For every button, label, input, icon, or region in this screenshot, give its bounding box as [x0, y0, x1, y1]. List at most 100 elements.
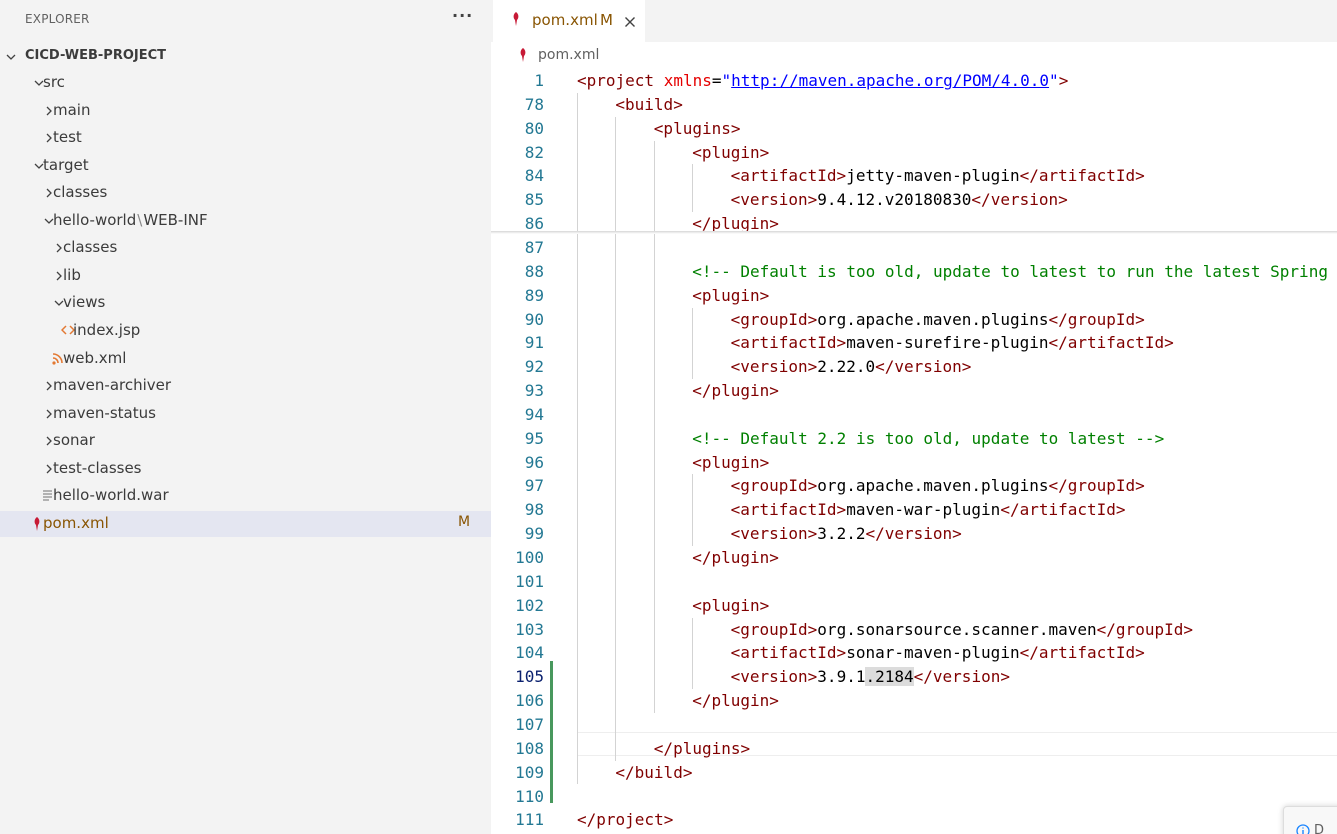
code-line: 97 <groupId>org.apache.maven.plugins</gro… [491, 474, 1337, 498]
tree-item[interactable]: sonar [0, 428, 491, 454]
tree-item[interactable]: test-classes [0, 456, 491, 482]
tree-item-name-suffix: WEB-INF [143, 210, 208, 229]
code-line: 100 </plugin> [491, 546, 1337, 570]
line-number: 98 [524, 500, 544, 520]
tree-item-name: src [43, 73, 65, 91]
code-token: </artifactId> [1000, 500, 1126, 520]
maven-feather-icon [511, 11, 521, 31]
line-number: 108 [515, 738, 544, 758]
code-token: <version> [730, 190, 818, 210]
line-content: <plugin> [692, 594, 769, 618]
code-token: </plugins> [653, 738, 751, 758]
tree-item-label: classes [63, 238, 117, 256]
tree-item-label: test-classes [53, 459, 142, 477]
line-number: 80 [524, 118, 544, 138]
tab-bar: pom.xml M [491, 0, 1337, 42]
code-token: 2.22.0 [817, 357, 876, 377]
line-number: 88 [524, 261, 544, 281]
tree-item-label: main [53, 101, 90, 119]
tree-item[interactable]: maven-status [0, 401, 491, 427]
code-line: 90 <groupId>org.apache.maven.plugins</gro… [491, 308, 1337, 332]
breadcrumb-file[interactable]: pom.xml [538, 47, 599, 63]
code-token[interactable]: http://maven.apache.org/POM/4.0.0 [731, 71, 1049, 90]
tree-item[interactable]: pom.xml M [0, 510, 491, 537]
line-number: 111 [515, 810, 544, 830]
tree-item[interactable]: classes [0, 180, 491, 206]
line-content: <artifactId>maven-surefire-plugin</artif… [731, 331, 1174, 355]
line-content: <plugin> [692, 284, 769, 308]
code-token: <groupId> [730, 309, 818, 329]
code-token: <!-- Default 2.2 is too old, update to l… [692, 428, 1165, 448]
code-token: </groupId> [1096, 619, 1193, 639]
code-token: <plugin> [692, 142, 770, 162]
code-line: 101 [491, 570, 1337, 594]
line-content: </plugin> [692, 689, 779, 713]
tree-item-name: web.xml [63, 348, 127, 367]
code-editor[interactable]: 1 <project xmlns="http://maven.apache.org… [491, 68, 1337, 834]
line-content: <artifactId>maven-war-plugin</artifactId… [731, 498, 1126, 522]
tree-item[interactable]: maven-archiver [0, 373, 491, 399]
tab-pom-xml[interactable]: pom.xml M [493, 0, 645, 42]
line-number: 94 [524, 404, 544, 424]
tree-item-name: hello-world.war [53, 486, 169, 505]
tree-item[interactable]: src [0, 70, 491, 96]
code-line: 78 <build> [491, 93, 1337, 117]
tree-item-name: hello-world [53, 210, 137, 229]
code-line: 104 <artifactId>sonar-maven-plugin</artif… [491, 641, 1337, 665]
more-actions-icon[interactable]: ··· [452, 6, 473, 25]
line-content: </plugin> [692, 546, 779, 570]
code-line: 102 <plugin> [491, 594, 1337, 618]
code-line: 91 <artifactId>maven-surefire-plugin</art… [491, 331, 1337, 355]
code-token: <artifactId> [730, 333, 847, 353]
line-number: 93 [524, 381, 544, 401]
tree-item[interactable]: index.jsp [0, 318, 491, 344]
line-content: <groupId>org.sonarsource.scanner.maven</… [731, 618, 1193, 642]
tree-item-name: classes [63, 238, 118, 257]
tree-item[interactable]: test [0, 125, 491, 151]
line-number: 96 [524, 452, 544, 472]
info-icon [1296, 823, 1310, 834]
tree-item[interactable]: target [0, 153, 491, 179]
code-token: </version> [913, 667, 1010, 687]
tree-item-name: maven-archiver [53, 376, 172, 395]
code-line: 109 </build> [491, 761, 1337, 785]
breadcrumb: pom.xml [491, 44, 1337, 68]
tree-item[interactable]: hello-world\WEB-INF [0, 208, 491, 234]
tree-item-label: lib [63, 266, 81, 284]
tree-item-label: web.xml [63, 349, 126, 367]
code-token: " [721, 71, 732, 90]
tree-item-name: lib [63, 265, 81, 284]
tab-label: pom.xml [532, 11, 598, 29]
tree-item-label: hello-world\WEB-INF [53, 211, 208, 229]
code-line: 98 <artifactId>maven-war-plugin</artifact… [491, 498, 1337, 522]
project-root-row[interactable]: CICD-WEB-PROJECT [0, 44, 491, 68]
chevron-down-icon [5, 51, 17, 63]
tree-item[interactable]: hello-world.war [0, 483, 491, 509]
line-content: <artifactId>sonar-maven-plugin</artifact… [731, 641, 1145, 665]
tree-item[interactable]: lib [0, 263, 491, 289]
code-token: <project [577, 71, 664, 90]
code-token: org.sonarsource.scanner.maven [817, 619, 1097, 639]
code-line: 108 </plugins> [491, 737, 1337, 761]
code-token: </version> [865, 524, 962, 544]
tab-modified-badge: M [600, 11, 613, 29]
line-number: 103 [515, 619, 544, 639]
code-token: = [711, 71, 722, 90]
line-number: 1 [534, 71, 544, 90]
tree-item[interactable]: classes [0, 235, 491, 261]
tree-item[interactable]: views [0, 290, 491, 316]
code-line: 92 <version>2.22.0</version> [491, 355, 1337, 379]
tree-item[interactable]: main [0, 98, 491, 124]
code-token: </version> [971, 190, 1068, 210]
sticky-scroll-divider [491, 231, 1337, 234]
tree-item[interactable]: web.xml [0, 346, 491, 372]
code-token: </plugin> [692, 381, 779, 401]
line-number: 107 [515, 714, 544, 734]
code-token: org.apache.maven.plugins [817, 476, 1049, 496]
line-content: <!-- Default is too old, update to lates… [692, 260, 1328, 284]
notification-toast[interactable]: D [1283, 806, 1337, 834]
code-line: 105 <version>3.9.1.2184</version> [491, 665, 1337, 689]
line-content: <plugin> [692, 451, 769, 475]
close-icon[interactable] [624, 13, 636, 32]
explorer-sidebar: EXPLORER ··· CICD-WEB-PROJECT src main tes… [0, 0, 491, 834]
